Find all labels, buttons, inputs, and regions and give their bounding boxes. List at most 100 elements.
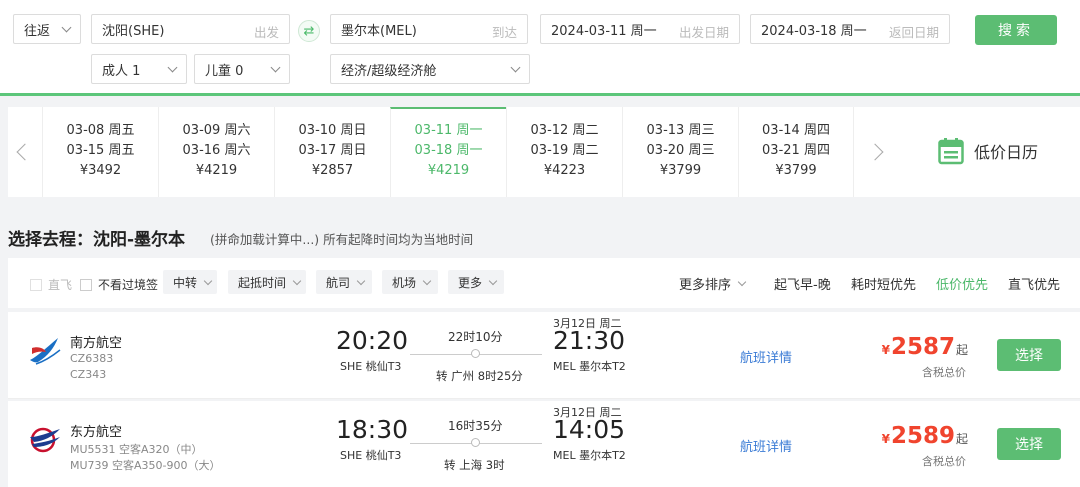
currency-symbol: ¥ [881, 343, 890, 357]
airline-name: 东方航空 [70, 425, 123, 440]
sort-more[interactable]: 更多排序 [679, 274, 747, 293]
from-city-hint: 出发 [253, 25, 279, 40]
filter-more[interactable]: 更多 [448, 270, 504, 294]
depart-date-hint: 出发日期 [678, 25, 729, 40]
return-date-input[interactable]: 2024-03-18 周一 返回日期 [750, 14, 950, 44]
cabin-value: 经济/超级经济舱 [341, 63, 437, 79]
filter-times[interactable]: 起抵时间 [228, 270, 306, 294]
to-city-input[interactable]: 墨尔本(MEL) 到达 [330, 14, 528, 44]
select-flight-button[interactable]: 选择 [997, 339, 1061, 371]
date-cell-depart: 03-12 周二 [530, 123, 599, 138]
no-transit-visa-label: 不看过境签 [98, 278, 159, 292]
from-city-input[interactable]: 沈阳(SHE) 出发 [91, 14, 290, 44]
arrive-airport: MEL 墨尔本T2 [553, 449, 626, 462]
sort-cheapest[interactable]: 低价优先 [936, 274, 988, 293]
arrive-airport: MEL 墨尔本T2 [553, 360, 626, 373]
date-cell[interactable]: 03-09 周六 03-16 周六 ¥4219 [158, 107, 274, 197]
chevron-down-icon [488, 276, 498, 285]
no-transit-visa-checkbox[interactable]: 不看过境签 [80, 276, 158, 293]
transfer-info: 转 上海 3时 [444, 458, 505, 472]
chevron-down-icon [422, 276, 432, 285]
sort-early-late[interactable]: 起飞早-晚 [774, 274, 831, 293]
select-flight-button[interactable]: 选择 [997, 428, 1061, 460]
filter-airport[interactable]: 机场 [382, 270, 438, 294]
swap-cities-icon[interactable]: ⇄ [298, 20, 320, 42]
date-cell-return: 03-16 周六 [182, 143, 251, 158]
date-cell[interactable]: 03-13 周三 03-20 周三 ¥3799 [622, 107, 738, 197]
date-cell-return: 03-19 周二 [530, 143, 599, 158]
price-value: 2589 [890, 423, 955, 449]
date-cell-depart: 03-13 周三 [646, 123, 715, 138]
chevron-down-icon [292, 276, 302, 285]
trip-type-value: 往返 [24, 23, 51, 39]
filter-airline-label: 航司 [326, 275, 351, 290]
cabin-select[interactable]: 经济/超级经济舱 [330, 54, 530, 84]
date-cell-selected[interactable]: 03-11 周一 03-18 周一 ¥4219 [390, 107, 506, 197]
flight-number: CZ343 [70, 368, 107, 381]
price-from-label: 起 [955, 343, 968, 357]
chevron-down-icon [167, 62, 178, 73]
search-panel: 往返 沈阳(SHE) 出发 ⇄ 墨尔本(MEL) 到达 2024-03-11 周… [0, 0, 1080, 96]
date-cell-return: 03-17 周日 [298, 143, 367, 158]
trip-type-select[interactable]: 往返 [13, 14, 81, 44]
date-cell-price: ¥4219 [427, 163, 470, 178]
date-cell-price: ¥3492 [79, 163, 122, 178]
flight-details-link[interactable]: 航班详情 [740, 436, 792, 455]
filter-more-label: 更多 [458, 275, 483, 290]
filter-airline[interactable]: 航司 [316, 270, 372, 294]
filter-transfer[interactable]: 中转 [163, 270, 217, 294]
prev-dates-button[interactable] [8, 107, 42, 197]
tax-included-label: 含税总价 [922, 455, 966, 468]
date-cell[interactable]: 03-14 周四 03-21 周四 ¥3799 [738, 107, 854, 197]
china-southern-logo-icon [30, 338, 61, 365]
next-dates-button[interactable] [858, 107, 892, 197]
date-cell-return: 03-18 周一 [414, 143, 483, 158]
date-cell-depart: 03-08 周五 [66, 123, 135, 138]
date-cell-depart: 03-09 周六 [182, 123, 251, 138]
return-date-hint: 返回日期 [888, 25, 939, 40]
date-cell-price: ¥3799 [659, 163, 702, 178]
chevron-down-icon [510, 62, 521, 73]
depart-airport: SHE 桃仙T3 [340, 360, 402, 373]
date-cell[interactable]: 03-12 周二 03-19 周二 ¥4223 [506, 107, 622, 197]
flight-details-link[interactable]: 航班详情 [740, 347, 792, 366]
depart-date-input[interactable]: 2024-03-11 周一 出发日期 [540, 14, 740, 44]
airline-name: 南方航空 [70, 336, 123, 351]
date-cell-price: ¥3799 [775, 163, 817, 178]
adults-value: 成人 1 [102, 63, 141, 79]
tax-included-label: 含税总价 [922, 366, 966, 379]
date-cell[interactable]: 03-10 周日 03-17 周日 ¥2857 [274, 107, 390, 197]
depart-time: 18:30 [336, 415, 409, 444]
price-from-label: 起 [955, 432, 968, 446]
from-city-value: 沈阳(SHE) [102, 23, 165, 39]
sort-more-label: 更多排序 [679, 278, 732, 293]
date-cell-price: ¥4219 [195, 163, 238, 178]
filter-bar: 直飞 不看过境签 中转 起抵时间 航司 机场 更多 更多排序 起飞早-晚 耗时短… [8, 258, 1080, 308]
date-cell-depart: 03-14 周四 [762, 123, 830, 138]
sort-direct-first[interactable]: 直飞优先 [1008, 274, 1060, 293]
date-cell-return: 03-21 周四 [762, 143, 830, 158]
direct-only-label: 直飞 [48, 278, 73, 292]
adults-select[interactable]: 成人 1 [91, 54, 187, 84]
flight-number: MU5531 空客A320（中） [70, 443, 203, 456]
arrive-time: 14:05 [553, 415, 626, 444]
date-cell[interactable]: 03-08 周五 03-15 周五 ¥3492 [42, 107, 158, 197]
search-button[interactable]: 搜索 [975, 15, 1057, 45]
chevron-down-icon [270, 62, 281, 73]
date-cell-return: 03-15 周五 [66, 143, 135, 158]
price-value: 2587 [890, 334, 955, 360]
route-subtitle: (拼命加载计算中...) 所有起降时间均为当地时间 [210, 232, 474, 247]
depart-time: 20:20 [336, 326, 409, 355]
chevron-down-icon [737, 277, 747, 287]
low-price-calendar-button[interactable]: 低价日历 [938, 137, 1038, 165]
checkbox-box [80, 278, 92, 291]
flight-row: 南方航空 CZ6383 CZ343 20:20 SHE 桃仙T3 22时10分 … [8, 312, 1080, 399]
date-cell-depart: 03-10 周日 [298, 123, 367, 138]
children-select[interactable]: 儿童 0 [194, 54, 290, 84]
depart-airport: SHE 桃仙T3 [340, 449, 402, 462]
chevron-down-icon [356, 276, 366, 285]
china-eastern-logo-icon [30, 427, 60, 453]
stop-dot-icon [471, 438, 480, 447]
sort-shortest[interactable]: 耗时短优先 [851, 274, 916, 293]
direct-only-checkbox[interactable]: 直飞 [30, 276, 72, 293]
